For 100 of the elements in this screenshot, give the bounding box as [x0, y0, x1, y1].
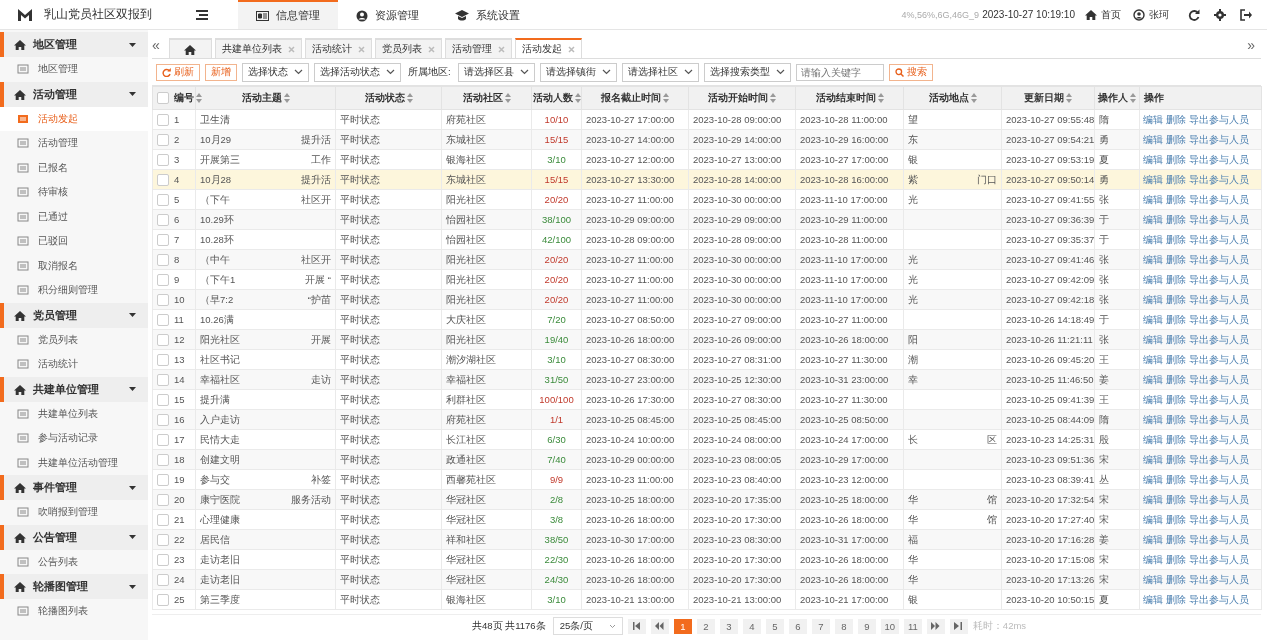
logout-icon[interactable] [1240, 8, 1252, 21]
sidebar-item[interactable]: 轮播图列表 [0, 599, 148, 624]
checkbox[interactable] [157, 574, 169, 587]
delete-link[interactable]: 删除 [1166, 294, 1186, 305]
delete-link[interactable]: 删除 [1166, 254, 1186, 265]
table-row[interactable]: 11 10.26满 平时状态 大庆社区 7/20 2023-10-27 08:50:00 2023-10-27 09:00:00 2023-10-27 11:00:00 2023-10-26 14:18:49 于 编辑 删除 导出参与人员 [152, 309, 1262, 330]
export-link[interactable]: 导出参与人员 [1189, 314, 1249, 325]
table-row[interactable]: 23 走访老旧 平时状态 华冠社区 22/30 2023-10-26 18:00:00 2023-10-20 17:30:00 2023-10-26 18:00:00 华 2023-10-20 17:15:08 宋 编辑 删除 导出参与人员 [152, 549, 1262, 570]
export-link[interactable]: 导出参与人员 [1189, 574, 1249, 585]
sidebar-item[interactable]: 取消报名 [0, 253, 148, 278]
edit-link[interactable]: 编辑 [1143, 374, 1163, 385]
export-link[interactable]: 导出参与人员 [1189, 334, 1249, 345]
sidebar-group-header[interactable]: 共建单位管理 [0, 376, 148, 402]
delete-link[interactable]: 删除 [1166, 134, 1186, 145]
export-link[interactable]: 导出参与人员 [1189, 194, 1249, 205]
sidebar-item[interactable]: 党员列表 [0, 327, 148, 352]
sidebar-item[interactable]: 积分细则管理 [0, 278, 148, 303]
checkbox[interactable] [157, 154, 169, 167]
checkbox[interactable] [157, 354, 169, 367]
sidebar-group-header[interactable]: 活动管理 [0, 81, 148, 107]
page-tab[interactable]: 党员列表 [374, 38, 442, 58]
edit-link[interactable]: 编辑 [1143, 574, 1163, 585]
page-number-button[interactable]: 10 [880, 618, 899, 634]
delete-link[interactable]: 删除 [1166, 334, 1186, 345]
edit-link[interactable]: 编辑 [1143, 134, 1163, 145]
export-link[interactable]: 导出参与人员 [1189, 274, 1249, 285]
sidebar-item[interactable]: 共建单位活动管理 [0, 450, 148, 475]
sidebar-item[interactable]: 已驳回 [0, 229, 148, 254]
table-row[interactable]: 3 开展第三 工作 平时状态 银海社区 3/10 2023-10-27 12:00:00 2023-10-27 13:00:00 2023-10-27 17:00:00 银 2023-10-27 09:53:19 夏 编辑 删除 导出参与人员 [152, 149, 1262, 170]
edit-link[interactable]: 编辑 [1143, 334, 1163, 345]
checkbox[interactable] [157, 254, 169, 267]
table-row[interactable]: 6 10.29环 平时状态 怡园社区 38/100 2023-10-29 09:00:00 2023-10-29 09:00:00 2023-10-29 11:00:00 2023-10-27 09:36:39 于 编辑 删除 导出参与人员 [152, 209, 1262, 230]
checkbox[interactable] [157, 174, 169, 187]
export-link[interactable]: 导出参与人员 [1189, 134, 1249, 145]
export-link[interactable]: 导出参与人员 [1189, 174, 1249, 185]
refresh-button[interactable]: 刷新 [156, 63, 200, 81]
sidebar-group-header[interactable]: 地区管理 [0, 32, 148, 57]
select-dropdown[interactable]: 请选择区县 [457, 62, 535, 82]
select-dropdown[interactable]: 请选择镇街 [539, 62, 617, 82]
table-row[interactable]: 22 居民信 平时状态 祥和社区 38/50 2023-10-30 17:00:00 2023-10-23 08:30:00 2023-10-31 17:00:00 福 2023-10-20 17:16:28 姜 编辑 删除 导出参与人员 [152, 529, 1262, 550]
export-link[interactable]: 导出参与人员 [1189, 114, 1249, 125]
edit-link[interactable]: 编辑 [1143, 554, 1163, 565]
checkbox[interactable] [157, 274, 169, 287]
delete-link[interactable]: 删除 [1166, 414, 1186, 425]
export-link[interactable]: 导出参与人员 [1189, 534, 1249, 545]
edit-link[interactable]: 编辑 [1143, 294, 1163, 305]
settings-icon[interactable] [1214, 8, 1226, 21]
sidebar-item[interactable]: 活动管理 [0, 131, 148, 156]
table-row[interactable]: 7 10.28环 平时状态 怡园社区 42/100 2023-10-28 09:00:00 2023-10-28 09:00:00 2023-10-28 11:00:00 2023-10-27 09:35:37 于 编辑 删除 导出参与人员 [152, 229, 1262, 250]
table-row[interactable]: 14 幸福社区 走访 平时状态 幸福社区 31/50 2023-10-27 23:00:00 2023-10-25 12:30:00 2023-10-31 23:00:00 幸 2023-10-25 11:46:50 姜 编辑 删除 导出参与人员 [152, 369, 1262, 390]
delete-link[interactable]: 删除 [1166, 154, 1186, 165]
page-number-button[interactable]: 5 [765, 618, 784, 634]
checkbox[interactable] [157, 92, 169, 105]
table-row[interactable]: 2 10月29 提升活 平时状态 东城社区 15/15 2023-10-27 14:00:00 2023-10-29 14:00:00 2023-10-29 16:00:00 东 2023-10-27 09:54:21 勇 编辑 删除 导出参与人员 [152, 129, 1262, 150]
sidebar-item[interactable]: 吹哨报到管理 [0, 500, 148, 525]
edit-link[interactable]: 编辑 [1143, 314, 1163, 325]
export-link[interactable]: 导出参与人员 [1189, 554, 1249, 565]
sidebar-group-header[interactable]: 轮播图管理 [0, 574, 148, 599]
edit-link[interactable]: 编辑 [1143, 194, 1163, 205]
page-tab[interactable]: 活动统计 [304, 38, 372, 58]
edit-link[interactable]: 编辑 [1143, 414, 1163, 425]
scroll-right-button[interactable]: » [1247, 37, 1261, 58]
refresh-icon[interactable] [1188, 8, 1200, 21]
select-dropdown[interactable]: 选择活动状态 [314, 62, 401, 82]
first-page-button[interactable] [627, 618, 646, 634]
delete-link[interactable]: 删除 [1166, 194, 1186, 205]
export-link[interactable]: 导出参与人员 [1189, 294, 1249, 305]
delete-link[interactable]: 删除 [1166, 474, 1186, 485]
last-page-button[interactable] [949, 618, 968, 634]
checkbox[interactable] [157, 394, 169, 407]
export-link[interactable]: 导出参与人员 [1189, 414, 1249, 425]
scroll-left-button[interactable]: « [152, 37, 166, 58]
sidebar-item[interactable]: 活动统计 [0, 352, 148, 377]
sidebar-item[interactable]: 已通过 [0, 204, 148, 229]
user-link[interactable]: 张珂 [1133, 7, 1169, 22]
table-row[interactable]: 20 康宁医院 服务活动 平时状态 华冠社区 2/8 2023-10-25 18:00:00 2023-10-20 17:35:00 2023-10-25 18:00:00 华 馆 2023-10-20 17:32:54 宋 编辑 删除 导出参与人员 [152, 489, 1262, 510]
previous-page-button[interactable] [650, 618, 669, 634]
edit-link[interactable]: 编辑 [1143, 354, 1163, 365]
edit-link[interactable]: 编辑 [1143, 494, 1163, 505]
checkbox[interactable] [157, 554, 169, 567]
table-row[interactable]: 12 阳光社区 开展 平时状态 阳光社区 19/40 2023-10-26 18:00:00 2023-10-26 09:00:00 2023-10-26 18:00:00 阳 2023-10-26 11:21:11 张 编辑 删除 导出参与人员 [152, 329, 1262, 350]
edit-link[interactable]: 编辑 [1143, 594, 1163, 605]
export-link[interactable]: 导出参与人员 [1189, 434, 1249, 445]
home-tab[interactable] [168, 38, 212, 58]
checkbox[interactable] [157, 494, 169, 507]
delete-link[interactable]: 删除 [1166, 534, 1186, 545]
page-tab[interactable]: 活动发起 [514, 38, 582, 58]
table-row[interactable]: 15 提升满 平时状态 利群社区 100/100 2023-10-26 17:30:00 2023-10-27 08:30:00 2023-10-27 11:30:00 2023-10-25 09:41:39 王 编辑 删除 导出参与人员 [152, 389, 1262, 410]
checkbox[interactable] [157, 434, 169, 447]
table-row[interactable]: 25 第三季度 平时状态 银海社区 3/10 2023-10-21 13:00:00 2023-10-21 13:00:00 2023-10-21 17:00:00 银 2023-10-20 10:50:15 夏 编辑 删除 导出参与人员 [152, 589, 1262, 610]
export-link[interactable]: 导出参与人员 [1189, 594, 1249, 605]
checkbox[interactable] [157, 134, 169, 147]
checkbox[interactable] [157, 454, 169, 467]
table-row[interactable]: 16 入户走访 平时状态 府苑社区 1/1 2023-10-25 08:45:00 2023-10-25 08:45:00 2023-10-25 08:50:00 2023-10-25 08:44:09 隋 编辑 删除 导出参与人员 [152, 409, 1262, 430]
checkbox[interactable] [157, 334, 169, 347]
delete-link[interactable]: 删除 [1166, 394, 1186, 405]
nav-tab[interactable]: 系统设置 [437, 0, 538, 29]
home-link[interactable]: 首页 [1085, 7, 1121, 22]
edit-link[interactable]: 编辑 [1143, 274, 1163, 285]
edit-link[interactable]: 编辑 [1143, 234, 1163, 245]
